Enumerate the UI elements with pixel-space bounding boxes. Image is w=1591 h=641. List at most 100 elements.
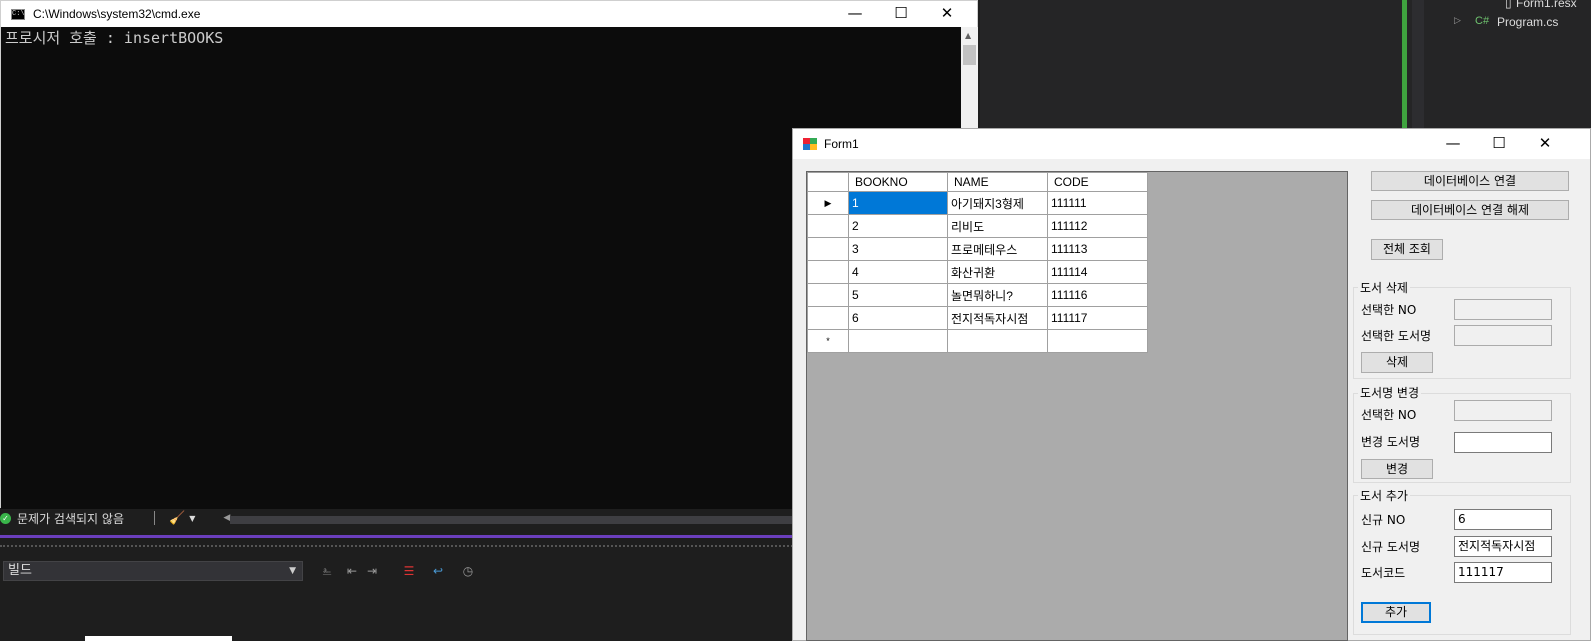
delete-group-title: 도서 삭제	[1358, 279, 1410, 296]
form1-window: Form1 — ☐ ✕ BOOKNO NAME CODE ▶ 1 아기돼지3형제…	[792, 128, 1591, 641]
update-button[interactable]: 변경	[1361, 459, 1433, 479]
disconnect-db-button[interactable]: 데이터베이스 연결 해제	[1371, 200, 1569, 220]
prev-message-icon[interactable]: ⇤	[344, 564, 360, 578]
cell-code[interactable]	[1047, 329, 1148, 353]
console-output: 프로시저 호출 : insertBOOKS	[5, 29, 224, 47]
row-header[interactable]	[807, 237, 849, 261]
cell-code[interactable]: 111113	[1047, 237, 1148, 261]
change-indicator-bar	[1402, 0, 1407, 130]
close-button[interactable]: ✕	[1522, 129, 1568, 159]
add-button[interactable]: 추가	[1361, 602, 1431, 623]
form-app-icon	[803, 138, 817, 150]
update-group-title: 도서명 변경	[1358, 384, 1422, 401]
file-icon: ▯	[1505, 0, 1512, 10]
row-header-corner[interactable]	[807, 172, 849, 192]
maximize-button[interactable]: ☐	[1476, 129, 1522, 159]
row-header[interactable]	[807, 306, 849, 330]
add-group-title: 도서 추가	[1358, 487, 1410, 504]
form1-titlebar[interactable]: Form1 — ☐ ✕	[793, 129, 1590, 159]
dropdown-arrow-icon[interactable]: ▼	[189, 514, 195, 523]
table-row[interactable]: 5 놀면뭐하니? 111116	[807, 283, 1148, 307]
minimize-button[interactable]: —	[1430, 129, 1476, 159]
add-name-field[interactable]: 전지적독자시점	[1454, 536, 1552, 557]
new-row[interactable]: *	[807, 329, 1148, 353]
cell-code[interactable]: 111117	[1047, 306, 1148, 330]
cell-code[interactable]: 111116	[1047, 283, 1148, 307]
cmd-window-title: C:\Windows\system32\cmd.exe	[33, 7, 201, 21]
add-no-field[interactable]: 6	[1454, 509, 1552, 530]
cell-code[interactable]: 111111	[1047, 191, 1148, 215]
add-code-field[interactable]: 111117	[1454, 562, 1552, 583]
cell-bookno[interactable]: 1	[848, 191, 948, 215]
current-row-marker-icon[interactable]: ▶	[807, 191, 849, 215]
word-wrap-icon[interactable]: ↩	[430, 564, 446, 578]
column-header-name[interactable]: NAME	[947, 172, 1048, 192]
cell-bookno[interactable]: 6	[848, 306, 948, 330]
books-datagrid[interactable]: BOOKNO NAME CODE ▶ 1 아기돼지3형제 111111 2 리비…	[806, 171, 1348, 641]
output-source-value: 빌드	[8, 563, 32, 578]
next-message-icon[interactable]: ⇥	[364, 564, 380, 578]
cell-name[interactable]: 전지적독자시점	[947, 306, 1048, 330]
new-row-marker-icon[interactable]: *	[807, 329, 849, 353]
cmd-titlebar[interactable]: C:\ C:\Windows\system32\cmd.exe — ☐ ✕	[1, 1, 977, 27]
csharp-file-icon: C#	[1475, 15, 1490, 27]
solution-item-form1-resx[interactable]: Form1.resx	[1516, 0, 1577, 10]
row-header[interactable]	[807, 214, 849, 238]
maximize-button[interactable]: ☐	[878, 1, 924, 27]
cell-bookno[interactable]	[848, 329, 948, 353]
table-row[interactable]: 2 리비도 111112	[807, 214, 1148, 238]
cell-bookno[interactable]: 5	[848, 283, 948, 307]
horizontal-scrollbar[interactable]	[230, 516, 800, 524]
delete-selected-no-field[interactable]	[1454, 299, 1552, 320]
delete-selected-name-field[interactable]	[1454, 325, 1552, 346]
clock-icon[interactable]: ◷	[460, 564, 476, 578]
panel-accent-line	[0, 535, 800, 538]
column-header-bookno[interactable]: BOOKNO	[848, 172, 948, 192]
taskbar-fragment	[85, 636, 232, 641]
table-row[interactable]: 6 전지적독자시점 111117	[807, 306, 1148, 330]
table-row[interactable]: 3 프로메테우스 111113	[807, 237, 1148, 261]
expand-arrow-icon[interactable]: ▷	[1454, 15, 1461, 26]
table-row[interactable]: 4 화산귀환 111114	[807, 260, 1148, 284]
minimize-button[interactable]: —	[832, 1, 878, 27]
books-table: BOOKNO NAME CODE ▶ 1 아기돼지3형제 111111 2 리비…	[807, 172, 1148, 353]
cell-name[interactable]: 화산귀환	[947, 260, 1048, 284]
row-header[interactable]	[807, 260, 849, 284]
new-no-label: 신규 NO	[1361, 513, 1406, 527]
cell-code[interactable]: 111114	[1047, 260, 1148, 284]
scroll-up-icon[interactable]: ▲	[965, 31, 971, 40]
cell-bookno[interactable]: 3	[848, 237, 948, 261]
cell-bookno[interactable]: 2	[848, 214, 948, 238]
clear-all-icon[interactable]: ☰	[401, 564, 417, 578]
solution-item-program-cs[interactable]: Program.cs	[1497, 15, 1558, 29]
editor-scrollbar[interactable]	[1412, 0, 1424, 130]
delete-button[interactable]: 삭제	[1361, 352, 1433, 373]
divider	[154, 511, 155, 525]
connect-db-button[interactable]: 데이터베이스 연결	[1371, 171, 1569, 191]
output-panel	[0, 587, 800, 641]
selected-no-label: 선택한 NO	[1361, 303, 1417, 317]
close-button[interactable]: ✕	[924, 1, 970, 27]
update-selected-no-field[interactable]	[1454, 400, 1552, 421]
row-header[interactable]	[807, 283, 849, 307]
broom-icon[interactable]: 🧹	[169, 511, 185, 526]
selected-no-label: 선택한 NO	[1361, 408, 1417, 422]
cell-name[interactable]: 리비도	[947, 214, 1048, 238]
view-all-button[interactable]: 전체 조회	[1371, 239, 1443, 260]
table-row[interactable]: ▶ 1 아기돼지3형제 111111	[807, 191, 1148, 215]
update-new-name-field[interactable]	[1454, 432, 1552, 453]
cell-name[interactable]: 프로메테우스	[947, 237, 1048, 261]
book-code-label: 도서코드	[1361, 566, 1406, 580]
cell-code[interactable]: 111112	[1047, 214, 1148, 238]
cell-bookno[interactable]: 4	[848, 260, 948, 284]
panel-grip[interactable]	[0, 545, 800, 549]
cell-name[interactable]: 놀면뭐하니?	[947, 283, 1048, 307]
goto-error-icon[interactable]: ⎁	[319, 564, 335, 578]
cell-name[interactable]: 아기돼지3형제	[947, 191, 1048, 215]
new-name-label: 변경 도서명	[1361, 435, 1421, 449]
column-header-code[interactable]: CODE	[1047, 172, 1148, 192]
output-source-select[interactable]: 빌드 ▼	[3, 561, 303, 581]
scroll-thumb[interactable]	[963, 45, 976, 65]
cell-name[interactable]	[947, 329, 1048, 353]
new-name-label: 신규 도서명	[1361, 540, 1421, 554]
